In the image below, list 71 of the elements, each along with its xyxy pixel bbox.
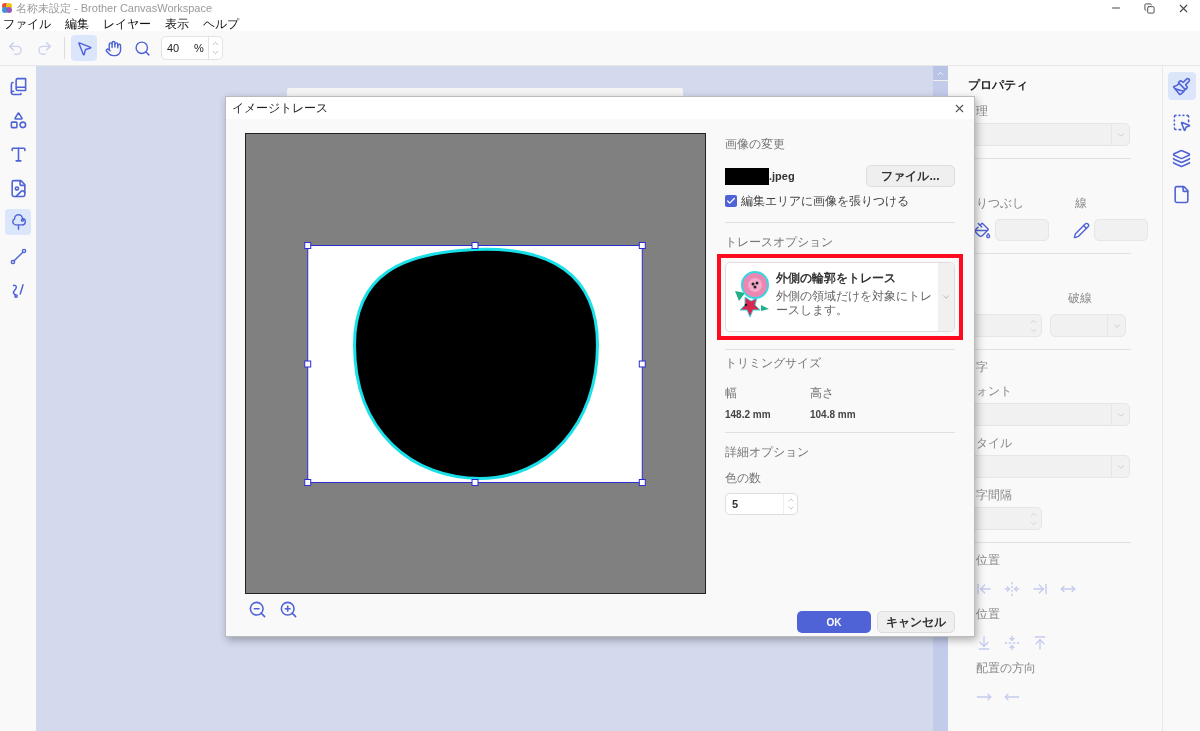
- chevron-icon: [941, 292, 951, 302]
- hand-icon: [104, 39, 122, 57]
- restore-icon[interactable]: [1144, 2, 1155, 14]
- paint-bucket-icon[interactable]: [974, 221, 991, 239]
- color-count-field[interactable]: 5: [725, 493, 798, 515]
- tool-button[interactable]: [71, 35, 97, 61]
- trace-option-select[interactable]: 外側の輪郭をトレース 外側の領域だけを対象にトレースします。: [725, 262, 955, 332]
- menu-item[interactable]: 表示: [165, 14, 189, 33]
- section-heading: トリミングサイズ: [725, 355, 822, 372]
- height-value: 104.8 mm: [810, 408, 856, 422]
- field-label: 字間隔: [975, 488, 1013, 502]
- field-label: 理: [975, 104, 989, 118]
- shapes-icon: [8, 110, 28, 130]
- field-label: 字: [975, 360, 989, 374]
- file-name: .jpeg: [769, 168, 795, 184]
- option-title: 外側の輪郭をトレース: [776, 270, 897, 287]
- menu-item[interactable]: ヘルプ: [203, 14, 239, 33]
- field-label: 色の数: [725, 470, 762, 487]
- checkbox-label: 編集エリアに画像を張りつける: [741, 193, 909, 210]
- select-field[interactable]: [1050, 314, 1126, 337]
- brush-icon: [1172, 76, 1191, 96]
- pointer-icon: [75, 39, 93, 57]
- field-label: りつぶし: [975, 196, 1025, 210]
- app-logo-icon: [1, 2, 13, 14]
- menu-item[interactable]: 編集: [65, 14, 89, 33]
- selection-icon: [1172, 112, 1191, 132]
- page-icon: [1172, 184, 1191, 204]
- search-icon: [133, 39, 151, 57]
- panel-title: プロパティ: [967, 77, 1029, 94]
- zoom-out-icon[interactable]: [248, 600, 267, 619]
- field-label: ォント: [975, 384, 1013, 398]
- checkbox[interactable]: [725, 195, 737, 207]
- zoom-value: 40: [166, 40, 181, 56]
- section-heading: トレースオプション: [725, 234, 834, 251]
- menu-item[interactable]: ファイル: [3, 14, 51, 33]
- cancel-button[interactable]: キャンセル: [877, 611, 955, 633]
- down-icon: [786, 504, 795, 512]
- up-icon: [211, 39, 220, 48]
- ok-button[interactable]: OK: [797, 611, 871, 633]
- redaction-bar: [725, 167, 769, 185]
- file-image-icon: [8, 178, 28, 198]
- field-label: 位置: [975, 607, 1001, 621]
- section-heading: 詳細オプション: [725, 444, 810, 461]
- layers-icon: [1172, 148, 1191, 168]
- field-label: 位置: [975, 553, 1001, 567]
- pencil-icon[interactable]: [1073, 221, 1090, 239]
- field-label: 線: [1074, 196, 1088, 210]
- pages-icon: [8, 76, 28, 96]
- height-label: 高さ: [810, 385, 835, 402]
- option-description: 外側の領域だけを対象にトレースします。: [776, 289, 933, 317]
- up-icon: [786, 496, 795, 504]
- tool-button[interactable]: [5, 209, 31, 235]
- field-label: 配置の方向: [975, 661, 1037, 675]
- width-label: 幅: [725, 385, 738, 402]
- color-count-value: 5: [731, 496, 739, 512]
- file-button[interactable]: ファイル...: [866, 165, 955, 187]
- field-label: 破線: [1067, 291, 1093, 305]
- dialog-title: イメージトレース: [232, 100, 328, 117]
- field-label: タイル: [975, 436, 1013, 450]
- section-heading: 画像の変更: [725, 136, 786, 153]
- width-value: 148.2 mm: [725, 408, 770, 422]
- menu-item[interactable]: レイヤー: [103, 14, 151, 33]
- panel-tab[interactable]: [1167, 72, 1196, 100]
- window-title: 名称未設定 - Brother CanvasWorkspace: [16, 0, 213, 16]
- zoom-in-icon[interactable]: [279, 600, 298, 619]
- line-icon: [8, 246, 28, 266]
- check-icon: [726, 196, 736, 206]
- text-tool-icon: [8, 144, 28, 164]
- down-icon: [211, 48, 220, 57]
- zoom-field[interactable]: 40 %: [161, 36, 223, 60]
- percent-sign: %: [194, 40, 205, 56]
